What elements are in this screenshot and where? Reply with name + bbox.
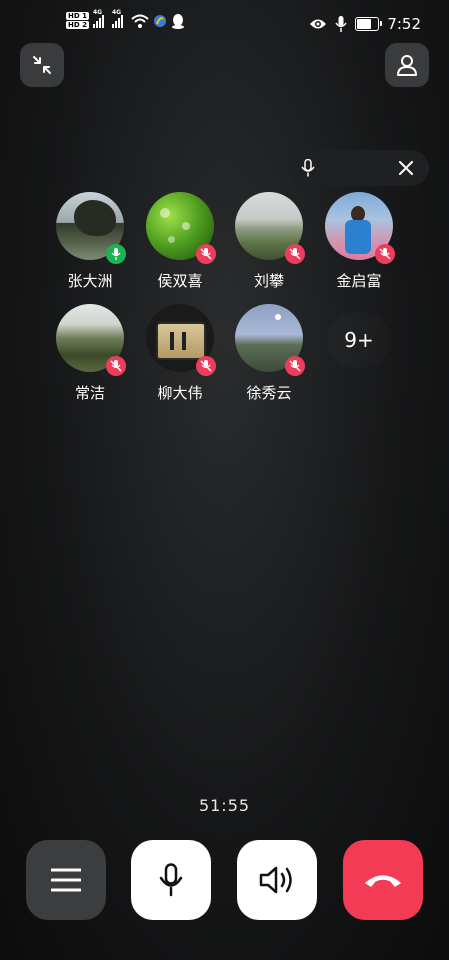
network-2-label: 4G <box>111 8 122 16</box>
close-icon[interactable] <box>399 161 413 175</box>
mic-on-icon <box>106 244 126 264</box>
person-icon <box>397 55 417 76</box>
eye-icon <box>310 19 327 29</box>
app-notification-icon <box>153 14 166 27</box>
microphone-icon <box>159 863 183 897</box>
participant-name: 常洁 <box>74 384 105 402</box>
participant-tile[interactable]: 金启富 <box>314 192 404 291</box>
status-bar: HD 1 HD 2 4G 4G 7:52 <box>0 0 449 50</box>
call-timer: 51:55 <box>198 796 251 815</box>
speaker-button[interactable] <box>237 840 317 920</box>
mic-muted-icon <box>375 244 395 264</box>
more-participants-button[interactable]: 9+ <box>327 312 391 368</box>
menu-button[interactable] <box>26 840 106 920</box>
participant-tile[interactable]: 柳大伟 <box>135 304 225 403</box>
contact-button[interactable] <box>385 43 429 87</box>
participant-name: 金启富 <box>336 272 382 290</box>
network-1-label: 4G <box>92 8 103 16</box>
mic-muted-icon <box>285 244 305 264</box>
hang-up-icon <box>365 875 401 887</box>
participant-name: 柳大伟 <box>157 384 203 402</box>
microphone-button[interactable] <box>131 840 211 920</box>
qq-icon <box>171 13 184 29</box>
participant-tile[interactable]: 刘攀 <box>224 192 314 291</box>
minimize-arrows-icon <box>33 56 51 74</box>
hang-up-button[interactable] <box>343 840 423 920</box>
wifi-icon <box>131 14 149 28</box>
microphone-in-use-icon <box>335 16 347 32</box>
participant-tile[interactable]: 张大洲 <box>45 192 135 291</box>
status-time: 7:52 <box>387 15 421 33</box>
minimize-button[interactable] <box>20 43 64 87</box>
signal-4g-1-icon: 4G <box>92 9 104 28</box>
hd-2-label: HD 2 <box>66 21 89 29</box>
hd-1-label: HD 1 <box>66 12 89 20</box>
battery-fill <box>357 19 371 29</box>
participant-name: 张大洲 <box>67 272 113 290</box>
battery-icon <box>355 17 383 31</box>
signal-4g-2-icon: 4G <box>111 9 123 28</box>
status-right-icons: 7:52 <box>309 15 421 33</box>
speaker-icon <box>259 866 292 894</box>
menu-icon <box>51 868 81 892</box>
participant-name: 徐秀云 <box>246 384 292 402</box>
mic-muted-icon <box>285 356 305 376</box>
mute-all-mic-icon[interactable] <box>301 159 315 177</box>
mic-muted-icon <box>196 356 216 376</box>
mic-muted-icon <box>106 356 126 376</box>
participant-tile[interactable]: 常洁 <box>45 304 135 403</box>
participant-tile[interactable]: 侯双喜 <box>135 192 225 291</box>
hd-icon: HD 1 HD 2 <box>66 12 89 29</box>
participant-name: 侯双喜 <box>157 272 203 290</box>
status-left-icons: HD 1 HD 2 4G 4G <box>66 9 185 29</box>
mute-all-bar <box>287 150 429 186</box>
participant-name: 刘攀 <box>253 272 284 290</box>
mic-muted-icon <box>196 244 216 264</box>
participant-tile[interactable]: 徐秀云 <box>224 304 314 403</box>
